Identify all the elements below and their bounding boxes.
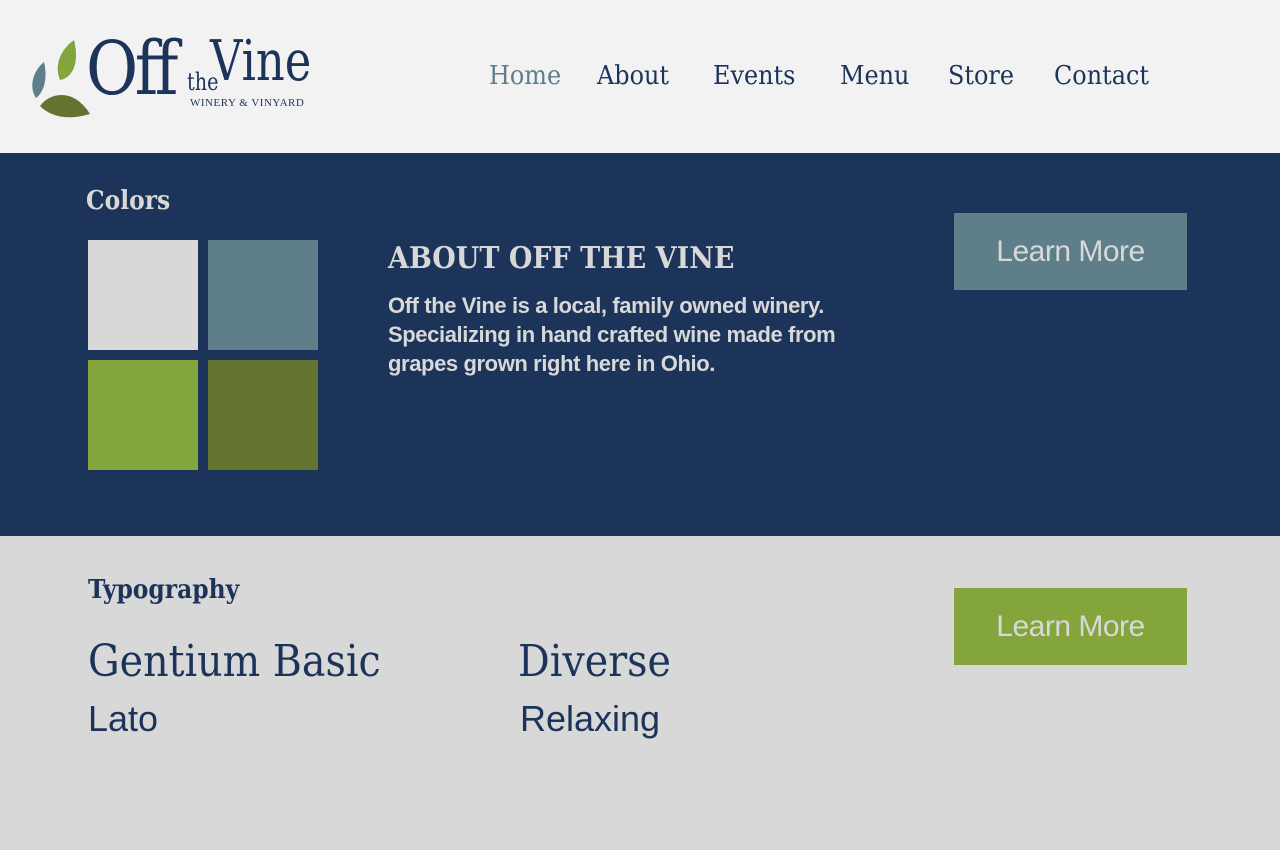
nav-item-contact[interactable]: Contact <box>1054 60 1149 92</box>
nav-item-home[interactable]: Home <box>489 60 561 92</box>
colors-heading: Colors <box>86 186 171 216</box>
logo-tagline: WINERY & VINYARD <box>190 97 305 109</box>
about-title: ABOUT OFF THE VINE <box>388 241 735 276</box>
about-description: Off the Vine is a local, family owned wi… <box>388 293 836 376</box>
vine-leaves-icon <box>32 40 90 118</box>
site-header: Off the Vine WINERY & VINYARD Home About… <box>0 0 1280 153</box>
nav-item-menu[interactable]: Menu <box>840 60 909 92</box>
color-swatch-slate <box>208 240 318 350</box>
learn-more-button-secondary[interactable]: Learn More <box>954 588 1187 665</box>
logo-text-vine: Vine <box>210 29 312 94</box>
logo-text-off: Off <box>86 26 178 112</box>
color-swatch-olive <box>208 360 318 470</box>
nav-item-events[interactable]: Events <box>713 60 795 92</box>
font-sample-lato: Lato <box>88 698 159 739</box>
color-swatch-light-gray <box>88 240 198 350</box>
typography-section: Typography Gentium Basic Diverse Lato Re… <box>0 536 1280 850</box>
color-swatch-green <box>88 360 198 470</box>
site-logo[interactable]: Off the Vine WINERY & VINYARD <box>30 32 320 118</box>
font-sample-gentium-basic: Gentium Basic <box>88 636 381 687</box>
colors-section: Colors ABOUT OFF THE VINE Off the Vine i… <box>0 153 1280 536</box>
learn-more-button-primary[interactable]: Learn More <box>954 213 1187 290</box>
font-sample-relaxing: Relaxing <box>520 698 661 739</box>
typography-heading: Typography <box>88 575 240 605</box>
nav-item-store[interactable]: Store <box>948 60 1014 92</box>
nav-item-about[interactable]: About <box>597 60 669 92</box>
font-sample-diverse: Diverse <box>518 636 671 687</box>
